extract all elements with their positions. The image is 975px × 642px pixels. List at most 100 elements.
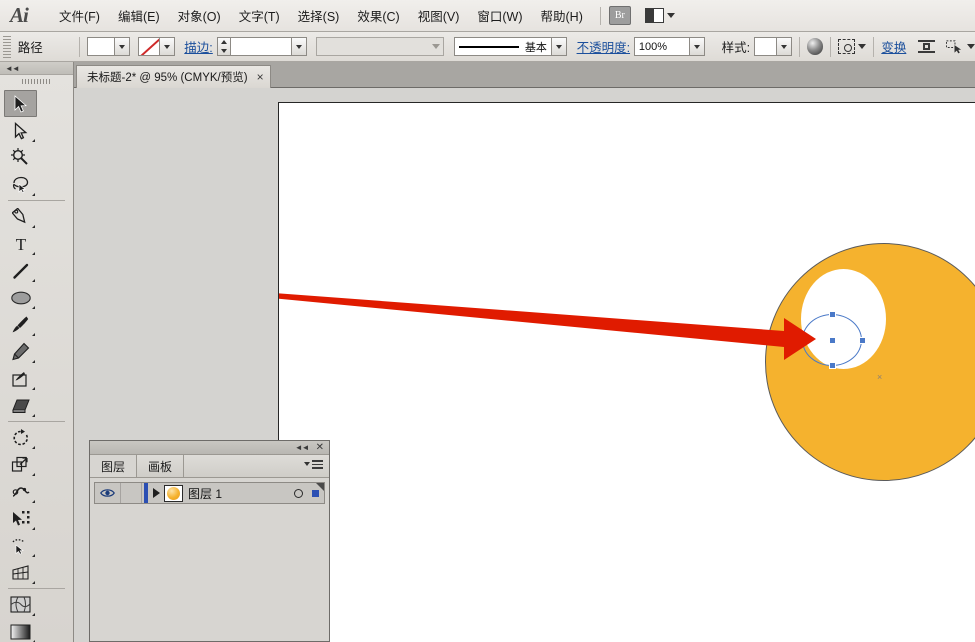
anchor-point-center[interactable] (829, 337, 836, 344)
direct-selection-tool[interactable] (4, 117, 37, 144)
pen-tool[interactable] (4, 203, 37, 230)
mesh-tool[interactable] (4, 591, 37, 618)
tool-flyout-corner (32, 333, 35, 336)
anchor-point-right[interactable] (859, 337, 866, 344)
table-row[interactable]: 图层 1 (94, 482, 325, 504)
tool-divider (8, 200, 65, 201)
artboard[interactable]: × (278, 102, 975, 642)
blob-brush-tool[interactable] (4, 365, 37, 392)
lock-toggle[interactable] (120, 483, 142, 503)
stroke-weight-dropdown[interactable] (291, 37, 307, 56)
select-similar-objects-button[interactable] (946, 39, 975, 54)
profile-line-icon (458, 45, 519, 48)
eraser-tool[interactable] (4, 392, 37, 419)
selection-tool[interactable] (4, 90, 37, 117)
opacity-label[interactable]: 不透明度: (577, 37, 630, 56)
tab-layers[interactable]: 图层 (90, 455, 138, 477)
align-center-glyph (922, 43, 930, 50)
width-tool[interactable] (4, 478, 37, 505)
paintbrush-tool[interactable] (4, 311, 37, 338)
expand-triangle-icon[interactable] (148, 488, 164, 498)
opacity-dropdown[interactable] (689, 37, 705, 56)
stroke-weight-label[interactable]: 描边: (184, 37, 212, 56)
stroke-swatch-none[interactable] (137, 37, 160, 56)
type-tool[interactable]: T (4, 230, 37, 257)
pencil-tool[interactable] (4, 338, 37, 365)
graphic-style-swatch[interactable] (753, 37, 777, 56)
magic-wand-tool[interactable] (4, 144, 37, 171)
tool-flyout-corner (32, 613, 35, 616)
close-icon[interactable]: ✕ (316, 442, 324, 453)
menu-file[interactable]: 文件(F) (50, 3, 109, 28)
eye-icon[interactable] (95, 488, 120, 498)
stroke-color-control[interactable] (137, 37, 175, 56)
menu-edit[interactable]: 编辑(E) (109, 3, 169, 28)
bridge-button[interactable]: Br (608, 6, 631, 25)
opacity-control[interactable]: 100% (633, 37, 705, 56)
big-orange-circle[interactable] (765, 243, 975, 481)
fill-swatch[interactable] (86, 37, 115, 56)
arrange-documents-button[interactable] (644, 8, 675, 23)
stroke-weight-input[interactable] (229, 37, 292, 56)
recolor-artwork-icon[interactable] (806, 38, 824, 55)
collapse-icon[interactable]: ◄◄ (5, 64, 20, 73)
align-icon[interactable] (917, 39, 936, 54)
line-segment-tool[interactable] (4, 257, 37, 284)
tool-flyout-corner (32, 279, 35, 282)
anchor-point-top[interactable] (829, 311, 836, 318)
anchor-point-left[interactable] (799, 337, 806, 344)
collapse-icon[interactable]: ◄◄ (295, 443, 310, 452)
menu-window[interactable]: 窗口(W) (468, 3, 531, 28)
app-logo: Ai (10, 3, 29, 27)
free-transform-tool[interactable] (4, 505, 37, 532)
stroke-weight-stepper[interactable] (216, 37, 230, 56)
document-tab[interactable]: 未标题-2* @ 95% (CMYK/预览) × (76, 65, 271, 88)
fill-dropdown-button[interactable] (114, 37, 130, 56)
menu-effect[interactable]: 效果(C) (348, 3, 408, 28)
width-profile-label: 基本 (524, 41, 547, 54)
tools-panel-grip[interactable] (0, 75, 73, 88)
width-profile-control[interactable]: 基本 (453, 37, 567, 56)
scale-tool[interactable] (4, 451, 37, 478)
tool-divider (8, 421, 65, 422)
perspective-grid-tool[interactable] (4, 559, 37, 586)
shape-builder-tool[interactable] (4, 532, 37, 559)
chevron-down-icon (693, 44, 700, 49)
svg-text:T: T (15, 235, 26, 253)
stroke-dropdown-button[interactable] (159, 37, 175, 56)
lasso-tool[interactable] (4, 171, 37, 198)
isolate-selected-object-button[interactable] (838, 39, 867, 54)
tools-panel-header[interactable]: ◄◄ (0, 62, 73, 75)
width-profile-dropdown[interactable] (551, 37, 567, 56)
gradient-tool[interactable] (4, 618, 37, 642)
transform-panel-link[interactable]: 变换 (881, 37, 906, 56)
rotate-tool[interactable] (4, 424, 37, 451)
control-bar-grip[interactable] (3, 35, 11, 58)
artboard-center-marker: × (877, 372, 883, 382)
opacity-input[interactable]: 100% (633, 37, 690, 56)
tab-artboards[interactable]: 画板 (137, 455, 185, 477)
tool-flyout-corner (32, 252, 35, 255)
width-profile-value: 基本 (453, 37, 552, 56)
chevron-down-icon (304, 462, 310, 467)
cb-divider-1 (78, 36, 80, 57)
layers-panel-titlebar[interactable]: ◄◄ ✕ (90, 441, 329, 455)
target-indicator[interactable] (290, 488, 306, 498)
menu-type[interactable]: 文字(T) (230, 3, 289, 28)
menu-help[interactable]: 帮助(H) (532, 3, 592, 28)
layer-name[interactable]: 图层 1 (188, 485, 290, 502)
panel-menu-button[interactable] (304, 460, 323, 469)
brush-definition-select[interactable] (316, 37, 445, 56)
anchor-point-bottom[interactable] (829, 362, 836, 369)
menu-view[interactable]: 视图(V) (409, 3, 469, 28)
menu-select[interactable]: 选择(S) (289, 3, 349, 28)
ellipse-tool[interactable] (4, 284, 37, 311)
tool-flyout-corner (32, 554, 35, 557)
graphic-style-control[interactable] (753, 37, 792, 56)
fill-color-control[interactable] (86, 37, 130, 56)
graphic-style-dropdown[interactable] (776, 37, 792, 56)
menu-object[interactable]: 对象(O) (169, 3, 230, 28)
stroke-weight-control[interactable] (216, 37, 307, 56)
close-icon[interactable]: × (257, 70, 264, 84)
tools-grid: T (0, 88, 73, 642)
